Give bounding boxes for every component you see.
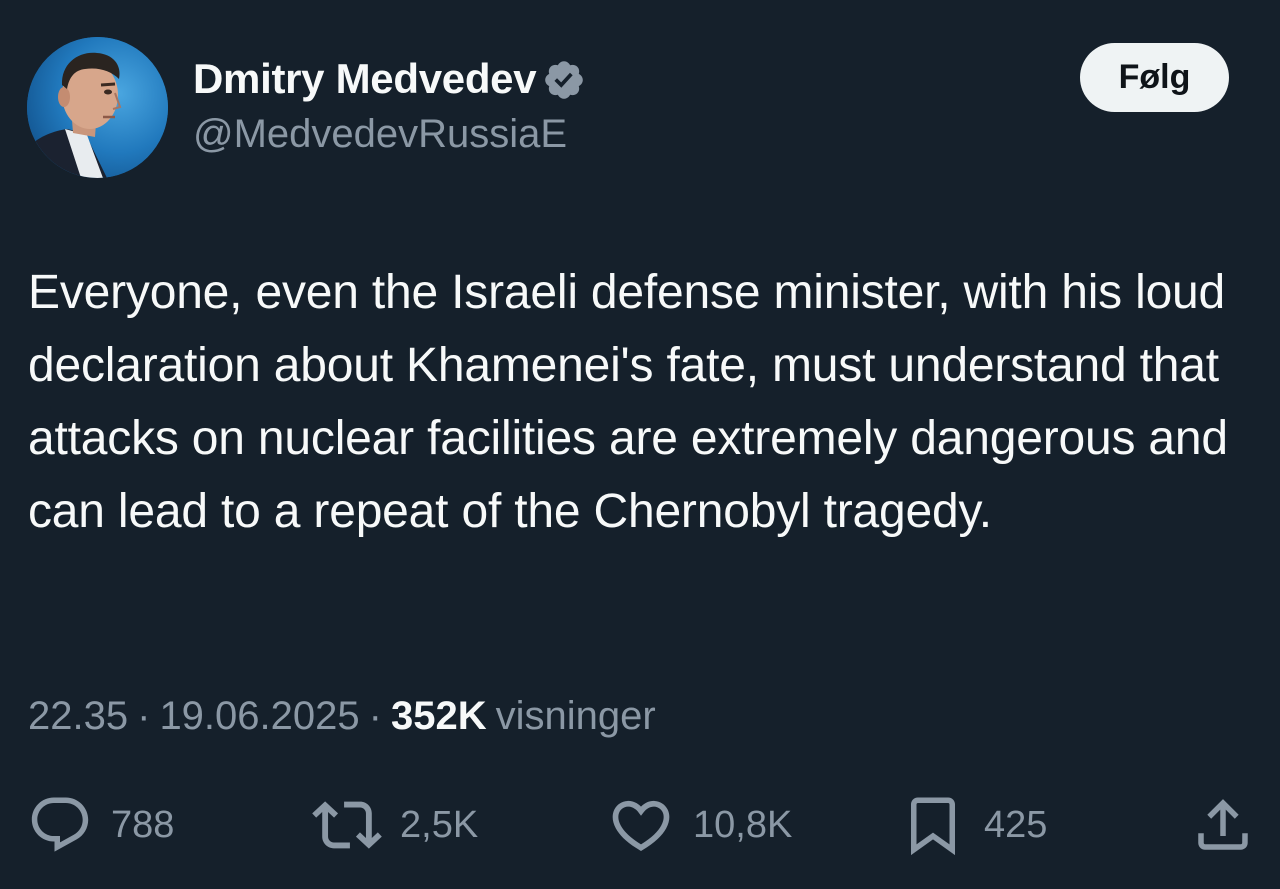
share-upload-icon xyxy=(1198,799,1248,850)
reply-bubble-icon xyxy=(31,797,89,852)
action-bar: 788 2,5K 10,8K 425 xyxy=(0,790,1280,860)
tweet-text: Everyone, even the Israeli defense minis… xyxy=(28,266,1228,538)
meta-separator: · xyxy=(368,694,382,738)
avatar-portrait xyxy=(27,37,168,178)
heart-icon xyxy=(612,800,670,851)
repost-button[interactable]: 2,5K xyxy=(312,790,478,860)
repost-arrows-icon xyxy=(312,801,382,849)
meta-separator: · xyxy=(137,694,151,738)
author-name-row: Dmitry Medvedev xyxy=(193,52,586,106)
like-count: 10,8K xyxy=(693,803,793,846)
reply-button[interactable]: 788 xyxy=(27,790,174,860)
bookmark-button[interactable]: 425 xyxy=(900,790,1047,860)
display-name[interactable]: Dmitry Medvedev xyxy=(193,55,537,103)
views-label[interactable]: visninger xyxy=(496,694,656,739)
verified-badge-icon[interactable] xyxy=(542,58,586,102)
views-count[interactable]: 352K xyxy=(391,694,487,739)
avatar[interactable] xyxy=(27,37,168,178)
tweet-meta: 22.35 · 19.06.2025 · 352K visninger xyxy=(28,694,656,739)
reply-count: 788 xyxy=(111,803,175,846)
repost-count: 2,5K xyxy=(400,803,479,846)
tweet-time[interactable]: 22.35 xyxy=(28,694,128,739)
author-handle[interactable]: @MedvedevRussiaE xyxy=(193,112,567,157)
bookmark-icon xyxy=(911,797,955,856)
like-button[interactable]: 10,8K xyxy=(607,790,792,860)
bookmark-count: 425 xyxy=(984,803,1048,846)
follow-button[interactable]: Følg xyxy=(1080,43,1229,112)
tweet-date[interactable]: 19.06.2025 xyxy=(159,694,359,739)
share-button[interactable] xyxy=(1190,790,1256,860)
